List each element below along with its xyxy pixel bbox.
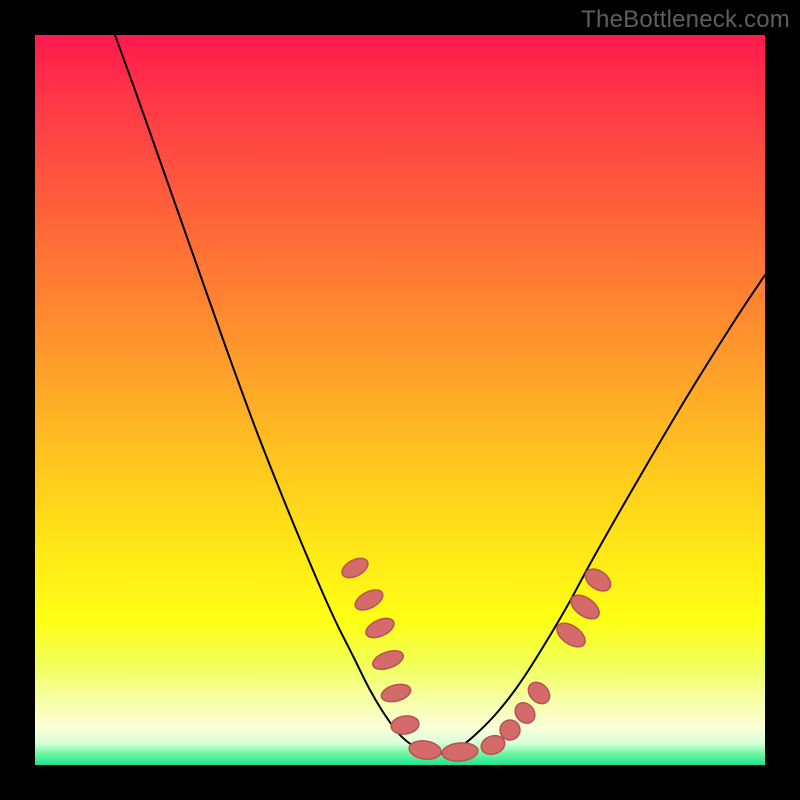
bead xyxy=(524,678,554,708)
bead xyxy=(339,554,371,581)
bottleneck-curve xyxy=(115,35,765,754)
bead xyxy=(441,741,478,762)
bead xyxy=(363,614,397,641)
bead xyxy=(390,714,420,736)
watermark-text: TheBottleneck.com xyxy=(581,6,790,34)
bead xyxy=(352,586,386,614)
bead-markers xyxy=(339,554,615,762)
curve-svg xyxy=(35,35,765,765)
bead xyxy=(408,739,442,761)
plot-area xyxy=(35,35,765,765)
bead xyxy=(379,681,412,704)
bead xyxy=(370,647,406,673)
chart-frame: TheBottleneck.com xyxy=(0,0,800,800)
